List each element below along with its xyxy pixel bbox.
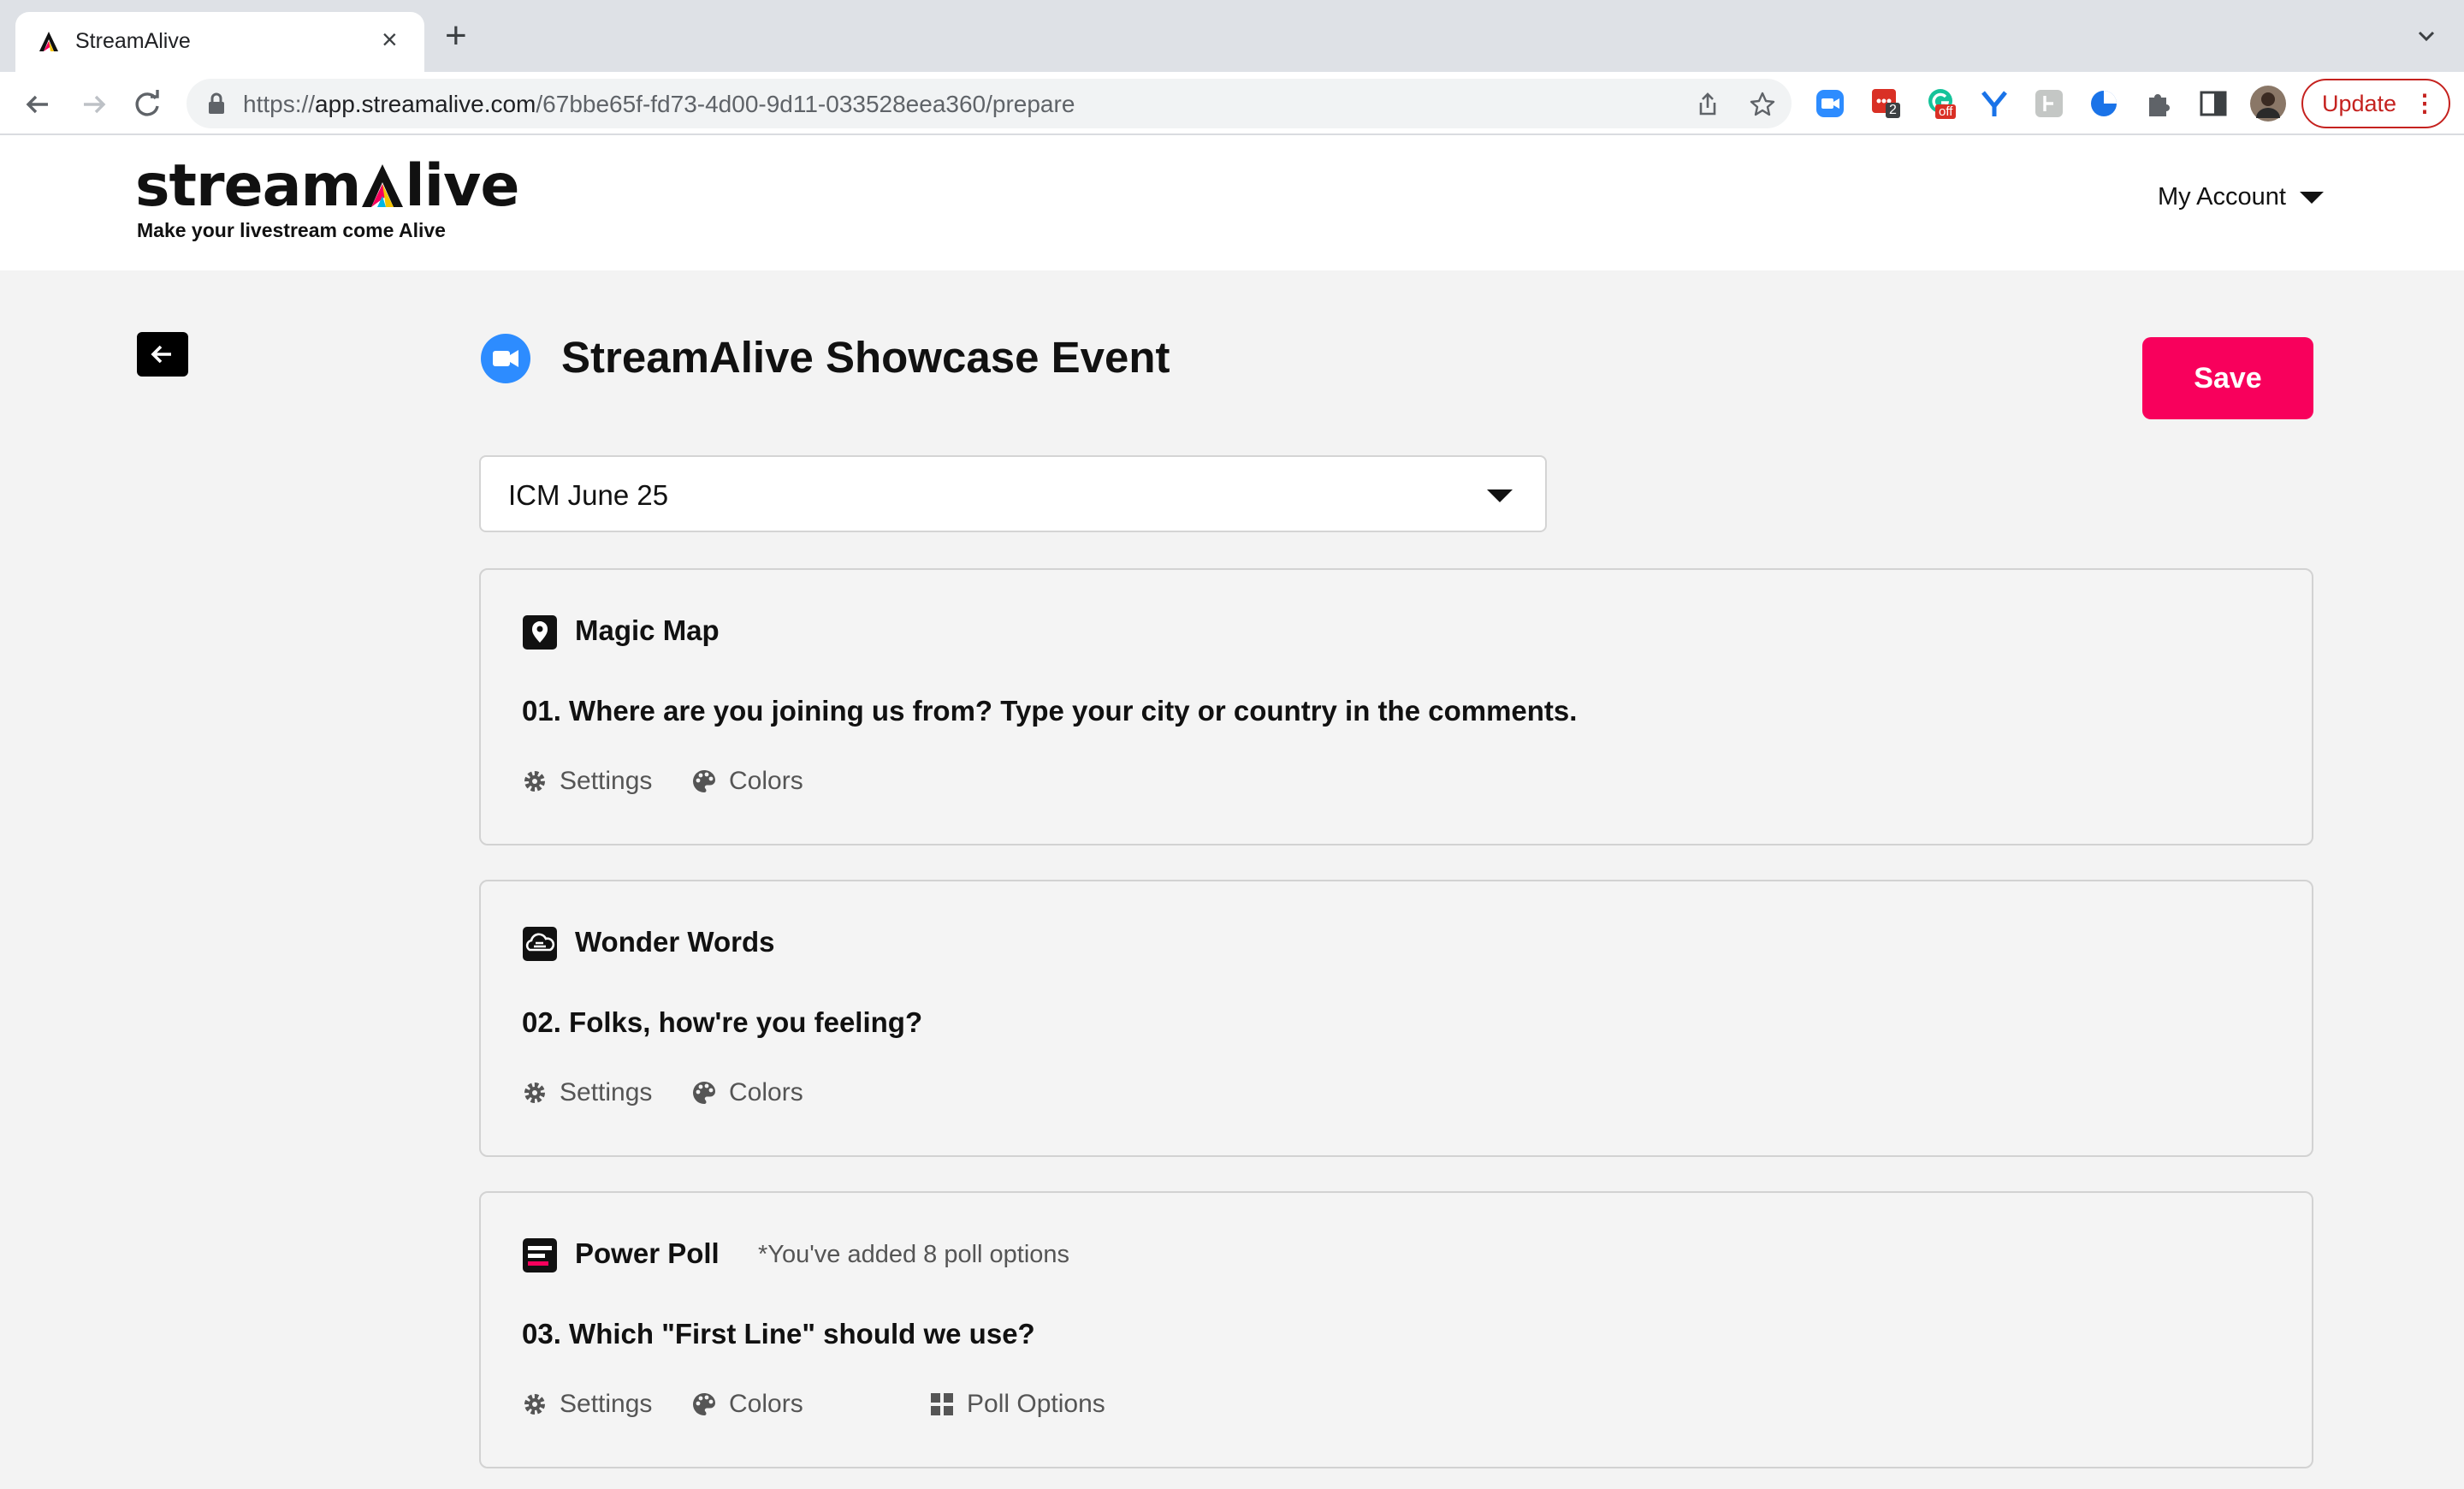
browser-tab[interactable]: StreamAlive × [15,12,424,72]
arrow-left-icon [151,345,171,364]
grid-icon [931,1393,953,1415]
poll-bars-icon [523,1238,557,1272]
colors-label: Colors [729,767,803,795]
caret-down-icon [1487,489,1513,502]
gear-icon [524,771,545,792]
bookmark-star-icon[interactable] [1749,91,1776,118]
session-select[interactable]: ICM June 25 [479,455,1547,532]
ext-grey-icon[interactable] [2033,87,2065,120]
ext-y-icon[interactable] [1978,87,2011,120]
poll-options-label: Poll Options [967,1390,1105,1418]
app-header: stream live Make your livestream come Al… [0,135,2464,270]
session-select-value: ICM June 25 [508,479,669,511]
ext-green-badge: off [1935,104,1957,119]
card-question[interactable]: 03. Which "First Line" should we use? [522,1318,1035,1350]
zoom-camera-icon [481,334,530,383]
update-label: Update [2322,91,2397,116]
streamalive-favicon-icon [39,32,58,51]
poll-options-count-note: *You've added 8 poll options [758,1241,1070,1268]
activity-card-power-poll[interactable]: Power Poll *You've added 8 poll options … [479,1191,2313,1468]
map-pin-icon [523,615,557,650]
card-type-label: Wonder Words [575,926,775,958]
card-question[interactable]: 02. Folks, how're you feeling? [522,1006,922,1039]
card-type-label: Power Poll [575,1237,720,1269]
palette-icon [693,1082,715,1104]
forward-arrow-icon[interactable] [77,87,111,122]
settings-label: Settings [560,1078,653,1106]
settings-label: Settings [560,767,653,795]
account-caret-down-icon[interactable] [2300,192,2324,204]
tab-close-icon[interactable]: × [382,24,398,55]
colors-label: Colors [729,1390,803,1418]
zoom-extension-icon[interactable] [1814,87,1846,120]
grammarly-extension-icon[interactable]: off [1927,87,1959,120]
word-cloud-icon [523,927,557,961]
more-menu-icon[interactable]: ⋮ [2413,80,2437,127]
gear-icon [524,1394,545,1415]
back-button[interactable] [137,332,188,377]
streamalive-logo[interactable]: stream live [135,152,519,220]
ext-red-icon[interactable]: 2 [1870,87,1903,120]
lock-icon[interactable] [207,92,226,115]
activity-card-magic-map[interactable]: Magic Map 01. Where are you joining us f… [479,568,2313,845]
my-account-menu[interactable]: My Account [2158,183,2286,211]
card-type-label: Magic Map [575,614,720,646]
new-tab-icon[interactable]: + [445,17,467,55]
save-button[interactable]: Save [2142,337,2313,419]
browser-tab-bar: StreamAlive × + [0,0,2464,72]
logo-a-mark-icon [362,164,404,207]
ext-blue-pie-icon[interactable] [2088,87,2120,120]
update-button[interactable]: Update ⋮ [2301,79,2450,128]
card-question[interactable]: 01. Where are you joining us from? Type … [522,695,1577,727]
ext-red-badge: 2 [1886,103,1900,118]
tab-title: StreamAlive [75,29,191,53]
extensions-puzzle-icon[interactable] [2142,87,2175,120]
settings-label: Settings [560,1390,653,1418]
tab-search-chevron-icon[interactable] [2416,26,2437,46]
profile-avatar[interactable] [2250,86,2286,122]
address-bar[interactable]: https://app.streamalive.com/67bbe65f-fd7… [187,79,1792,128]
side-panel-icon[interactable] [2197,87,2230,120]
url-text[interactable]: https://app.streamalive.com/67bbe65f-fd7… [243,91,1075,118]
gear-icon [524,1083,545,1103]
palette-icon [693,1393,715,1415]
event-title: StreamAlive Showcase Event [561,333,1170,382]
back-arrow-icon[interactable] [21,87,55,122]
browser-toolbar: https://app.streamalive.com/67bbe65f-fd7… [0,72,2464,135]
tagline: Make your livestream come Alive [137,219,446,241]
palette-icon [693,770,715,792]
colors-label: Colors [729,1078,803,1106]
share-icon[interactable] [1694,91,1721,118]
reload-icon[interactable] [130,87,164,122]
activity-card-wonder-words[interactable]: Wonder Words 02. Folks, how're you feeli… [479,880,2313,1157]
